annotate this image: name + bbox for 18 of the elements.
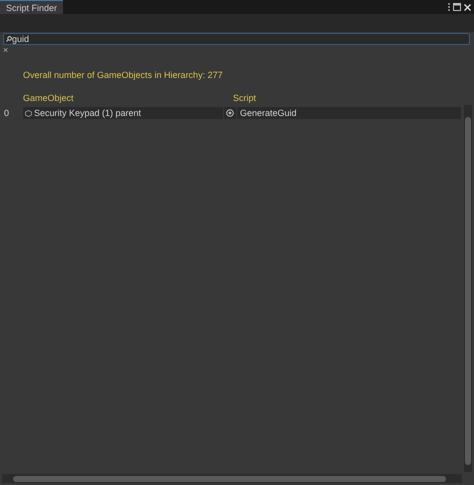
window-tab[interactable]: Script Finder (0, 0, 64, 14)
search-box[interactable]: guid (3, 33, 470, 45)
gameobject-icon (25, 110, 32, 116)
target-icon[interactable] (226, 109, 234, 117)
search-field[interactable]: guid (12, 34, 469, 44)
summary-text: Overall number of GameObjects in Hierarchy: 277 (23, 70, 224, 80)
object-name: Security Keypad (1) parent (34, 108, 142, 118)
maximize-icon[interactable] (453, 3, 461, 11)
close-icon[interactable] (464, 4, 471, 10)
row-index: 0 (3, 108, 10, 118)
script-field[interactable]: GenerateGuid (237, 107, 461, 119)
column-header: Script (233, 93, 256, 103)
scrollbar-thumb[interactable] (465, 117, 471, 465)
search-icon (6, 36, 12, 42)
column-header: GameObject (23, 93, 75, 103)
scrollbar-thumb[interactable] (13, 476, 446, 482)
clear-button[interactable]: × (3, 46, 11, 55)
object-field[interactable]: Security Keypad (1) parent (23, 107, 223, 119)
